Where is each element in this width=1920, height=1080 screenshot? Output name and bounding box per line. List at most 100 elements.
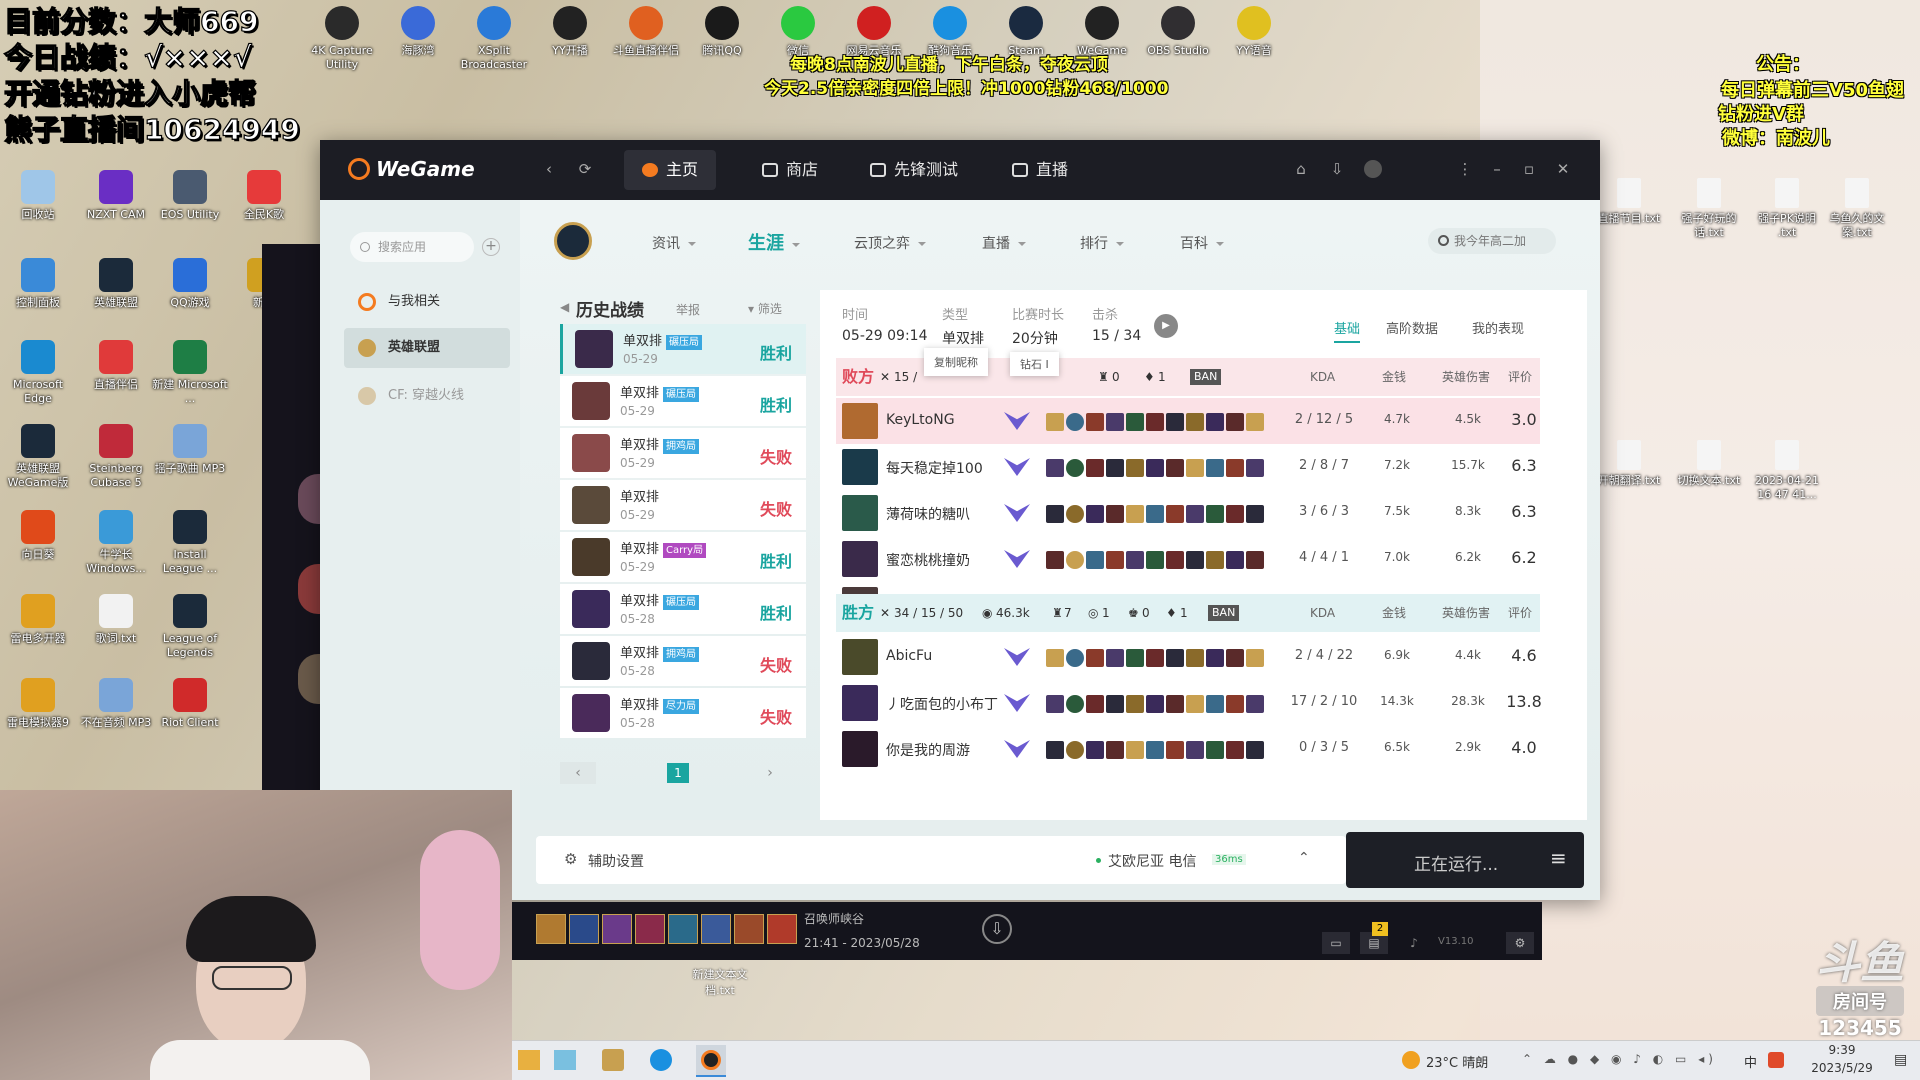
desktop-file[interactable]: 强子PK说明 .txt	[1750, 178, 1824, 240]
clock-time[interactable]: 9:39	[1812, 1043, 1872, 1057]
close-icon[interactable]: ✕	[1554, 160, 1572, 178]
player-name[interactable]: 丿吃面包的小布丁	[886, 694, 998, 714]
desktop-icon[interactable]: 斗鱼直播伴侣	[608, 6, 684, 58]
desktop-icon[interactable]: YY开播	[532, 6, 608, 58]
tab-basic[interactable]: 基础	[1334, 318, 1361, 343]
player-row[interactable]: 每天稳定掉100 2 / 8 / 7 7.2k 15.7k 6.3	[836, 444, 1540, 490]
match-row[interactable]: 单双排 尽力局 05-28 失败	[560, 688, 806, 738]
player-row[interactable]: KeyLtoNG 2 / 12 / 5 4.7k 4.5k 3.0	[836, 398, 1540, 444]
sidebar-item-lol[interactable]: 英雄联盟	[344, 328, 510, 368]
file-explorer-icon[interactable]	[518, 1050, 540, 1070]
desktop-icon[interactable]: 新建 Microsoft ...	[152, 340, 228, 406]
desktop-icon[interactable]: 控制面板	[0, 258, 76, 310]
desktop-icon[interactable]: 不在音频 MP3	[78, 678, 154, 730]
desktop-file[interactable]: 强子好玩的 话.txt	[1672, 178, 1746, 240]
match-row[interactable]: 单双排 碾压局 05-29 胜利	[560, 376, 806, 426]
desktop-icon[interactable]: 向日葵	[0, 510, 76, 562]
notepad-icon[interactable]	[554, 1050, 576, 1070]
settings-icon[interactable]: ⚙	[1506, 932, 1534, 954]
add-app-button[interactable]: +	[482, 238, 500, 256]
report-link[interactable]: 举报	[676, 301, 700, 318]
player-name[interactable]: 每天稳定掉100	[886, 458, 983, 478]
nav-test[interactable]: 先锋测试	[852, 150, 976, 190]
player-row[interactable]: 蜜恋桃桃撞奶 4 / 4 / 1 7.0k 6.2k 6.2	[836, 536, 1540, 582]
match-row[interactable]: 单双排 碾压局 05-28 胜利	[560, 584, 806, 634]
desktop-icon[interactable]: XSplit Broadcaster	[456, 6, 532, 72]
filter-button[interactable]: ▾ 筛选	[748, 300, 782, 317]
desktop-icon[interactable]: YY语音	[1216, 6, 1292, 58]
player-name[interactable]: KeyLtoNG	[886, 412, 955, 428]
kugou-taskbar-icon[interactable]	[650, 1049, 672, 1071]
action-center-icon[interactable]: ▤	[1894, 1052, 1907, 1068]
match-row[interactable]: 单双排 Carry局 05-29 胜利	[560, 532, 806, 582]
ban-badge[interactable]: BAN	[1208, 605, 1240, 621]
running-button[interactable]: 正在运行... ≡	[1346, 832, 1584, 888]
sogou-icon[interactable]	[1768, 1052, 1784, 1068]
desktop-icon[interactable]: 回收站	[0, 170, 76, 222]
nav-live[interactable]: 直播	[994, 150, 1086, 190]
desktop-icon[interactable]: 直播伴侣	[78, 340, 154, 392]
match-row[interactable]: 单双排 05-29 失败	[560, 480, 806, 530]
desktop-icon[interactable]: 歌词.txt	[78, 594, 154, 646]
desktop-icon[interactable]: Install League ...	[152, 510, 228, 576]
sidebar-item-related[interactable]: 与我相关	[344, 282, 510, 322]
ban-badge[interactable]: BAN	[1190, 369, 1222, 385]
match-row[interactable]: 单双排 碾压局 05-29 胜利	[560, 324, 806, 374]
desktop-icon[interactable]: 雷电模拟器9	[0, 678, 76, 730]
nav-home[interactable]: 主页	[624, 150, 717, 190]
lol-nav-wiki[interactable]: 百科	[1180, 233, 1224, 253]
menu-icon[interactable]: ≡	[1550, 846, 1567, 870]
mic-icon[interactable]: ♪	[1400, 932, 1428, 954]
back-icon[interactable]: ‹	[540, 160, 558, 178]
player-row[interactable]: AbicFu 2 / 4 / 22 6.9k 4.4k 4.6	[836, 634, 1540, 680]
desktop-icon[interactable]: EOS Utility	[152, 170, 228, 222]
desktop-icon[interactable]: 海豚湾	[380, 6, 456, 58]
lol-nav-rank[interactable]: 排行	[1080, 233, 1124, 253]
weather-text[interactable]: 23°C 晴朗	[1426, 1052, 1488, 1071]
refresh-icon[interactable]: ⟳	[576, 160, 594, 178]
desktop-file[interactable]: 新建文本文 档.txt	[680, 966, 760, 998]
desktop-icon[interactable]: OBS Studio	[1140, 6, 1216, 58]
tab-advanced[interactable]: 高阶数据	[1386, 318, 1438, 337]
player-name[interactable]: 蜜恋桃桃撞奶	[886, 550, 970, 570]
desktop-icon[interactable]: League of Legends	[152, 594, 228, 660]
desktop-icon[interactable]: 英雄联盟 WeGame版	[0, 424, 76, 490]
desktop-file[interactable]: 直播节目.txt	[1592, 178, 1666, 226]
copy-name-tooltip[interactable]: 复制昵称	[924, 348, 988, 376]
ime-indicator[interactable]: 中	[1744, 1052, 1757, 1071]
download-icon[interactable]: ⇩	[1328, 160, 1346, 178]
desktop-icon[interactable]: Steinberg Cubase 5	[78, 424, 154, 490]
match-row[interactable]: 单双排 拥鸡局 05-28 失败	[560, 636, 806, 686]
desktop-icon[interactable]: 4K Capture Utility	[304, 6, 380, 72]
player-name[interactable]: AbicFu	[886, 648, 932, 664]
desktop-icon[interactable]: 摇子歌曲 MP3	[152, 424, 228, 476]
sidebar-item-cf[interactable]: CF: 穿越火线	[344, 376, 510, 416]
desktop-icon[interactable]: QQ游戏	[152, 258, 228, 310]
desktop-file[interactable]: 开朝翻译.txt	[1592, 440, 1666, 488]
user-avatar-icon[interactable]	[1364, 160, 1382, 178]
player-name[interactable]: 你是我的周游	[886, 740, 970, 760]
prev-page-button[interactable]: ‹	[560, 762, 596, 784]
chat-icon[interactable]: ▭	[1322, 932, 1350, 954]
chevron-left-icon[interactable]: ◀	[560, 300, 569, 314]
lol-taskbar-icon[interactable]	[602, 1049, 624, 1071]
desktop-icon[interactable]: 雷电多开器	[0, 594, 76, 646]
player-name[interactable]: 薄荷味的糖叭	[886, 504, 970, 524]
desktop-icon[interactable]: Riot Client	[152, 678, 228, 730]
match-row[interactable]: 单双排 拥鸡局 05-29 失败	[560, 428, 806, 478]
download-icon[interactable]: ⇩	[982, 914, 1012, 944]
desktop-file[interactable]: 切换文本.txt	[1672, 440, 1746, 488]
server-name[interactable]: 艾欧尼亚 电信	[1108, 851, 1196, 871]
tray-icons[interactable]: ⌃ ☁ ● ◆ ◉ ♪ ◐ ▭ ◂)	[1522, 1052, 1717, 1066]
desktop-icon[interactable]: 全民K歌	[226, 170, 302, 222]
desktop-file[interactable]: 乌鱼久的文 案.txt	[1820, 178, 1894, 240]
lol-nav-news[interactable]: 资讯	[652, 233, 696, 253]
player-row[interactable]: 你是我的周游 0 / 3 / 5 6.5k 2.9k 4.0	[836, 726, 1540, 772]
desktop-icon[interactable]: 牛学长 Windows...	[78, 510, 154, 576]
desktop-icon[interactable]: 英雄联盟	[78, 258, 154, 310]
lol-nav-career[interactable]: 生涯	[748, 229, 800, 255]
wegame-taskbar-icon[interactable]	[696, 1045, 726, 1077]
minimize-icon[interactable]: –	[1488, 160, 1506, 178]
replay-play-icon[interactable]: ▶	[1154, 314, 1178, 338]
desktop-icon[interactable]: 腾讯QQ	[684, 6, 760, 58]
